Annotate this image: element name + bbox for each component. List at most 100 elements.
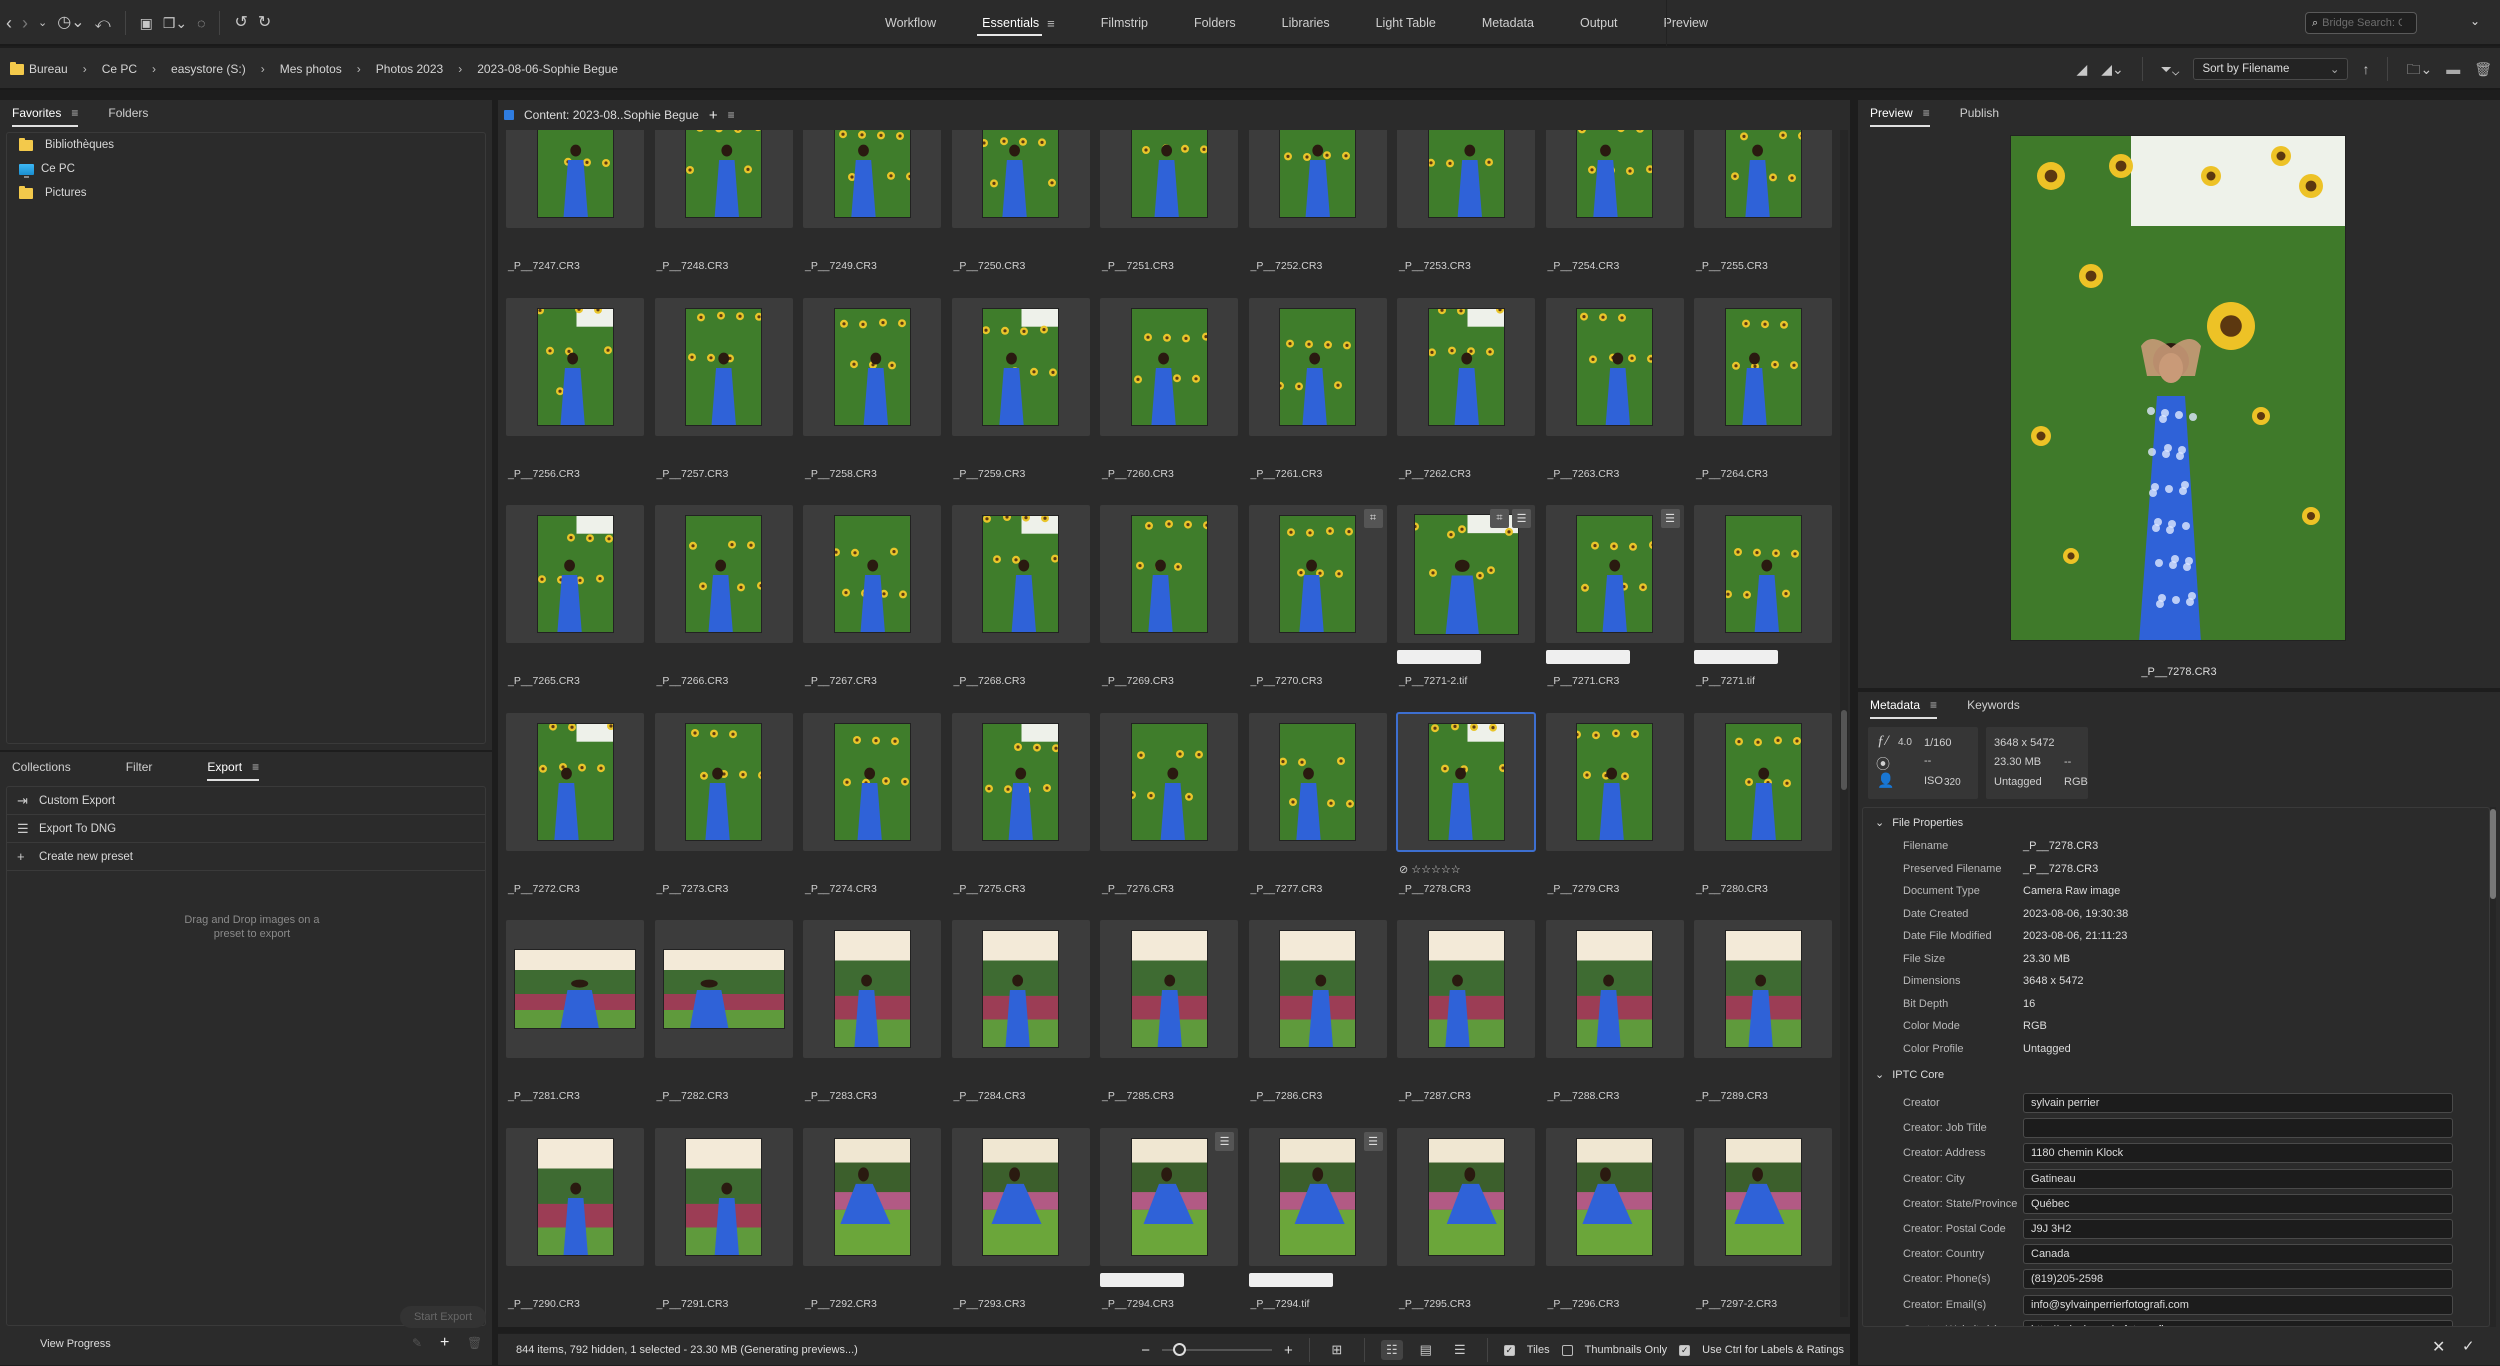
thumbnail-frame[interactable] <box>803 130 941 228</box>
thumbnail-item[interactable]: _P__7271.tif <box>1694 505 1834 713</box>
thumbnail-frame[interactable]: ⌗ <box>1249 505 1387 643</box>
use-ctrl-checkbox[interactable]: ✓ <box>1679 1345 1690 1356</box>
thumbnail-frame[interactable] <box>506 1128 644 1266</box>
thumbnail-frame[interactable] <box>1100 298 1238 436</box>
thumbnail-item[interactable]: _P__7273.CR3 <box>655 713 795 921</box>
iptc-input[interactable]: Canada <box>2023 1244 2453 1264</box>
favorite-item-pictures[interactable]: Pictures <box>7 181 485 205</box>
workspace-tab-filmstrip[interactable]: Filmstrip <box>1078 0 1171 46</box>
label-field[interactable] <box>1100 1273 1184 1287</box>
panel-menu-icon[interactable]: ≡ <box>71 106 78 120</box>
thumbnail-item[interactable]: _P__7268.CR3 <box>952 505 1092 713</box>
thumbnail-item[interactable]: ⌗☰_P__7271-2.tif <box>1397 505 1537 713</box>
breadcrumb-item[interactable]: 2023-08-06-Sophie Begue <box>477 62 618 76</box>
thumbnail-frame[interactable] <box>1100 713 1238 851</box>
thumbnail-item[interactable]: _P__7272.CR3 <box>506 713 646 921</box>
thumbnail-item[interactable]: _P__7254.CR3 <box>1546 130 1686 298</box>
grid-lock-icon[interactable]: ⊞ <box>1326 1340 1348 1360</box>
quality-dropdown-icon[interactable]: ◢⌄ <box>2101 62 2124 76</box>
thumbnail-frame[interactable] <box>952 713 1090 851</box>
zoom-in-plus-icon[interactable]: + <box>1284 1342 1293 1359</box>
thumbnail-item[interactable]: _P__7263.CR3 <box>1546 298 1686 506</box>
breadcrumb-item[interactable]: Photos 2023 <box>376 62 443 76</box>
thumbnail-frame[interactable] <box>1546 713 1684 851</box>
thumbnail-item[interactable]: _P__7293.CR3 <box>952 1128 1092 1318</box>
panel-menu-icon[interactable]: ≡ <box>252 760 259 774</box>
thumbnail-item[interactable]: _P__7247.CR3 <box>506 130 646 298</box>
thumbnail-item[interactable]: _P__7249.CR3 <box>803 130 943 298</box>
thumbnail-frame[interactable] <box>1100 920 1238 1058</box>
thumbnail-frame[interactable] <box>803 920 941 1058</box>
search-options-chevron-icon[interactable]: ⌄ <box>2470 14 2480 28</box>
iptc-input[interactable]: Gatineau <box>2023 1169 2453 1189</box>
thumbnail-item[interactable]: _P__7256.CR3 <box>506 298 646 506</box>
thumbnail-item[interactable]: _P__7282.CR3 <box>655 920 795 1128</box>
crop-badge-icon[interactable]: ⌗ <box>1364 509 1383 528</box>
thumbnail-frame[interactable] <box>1694 505 1832 643</box>
thumbnail-frame[interactable] <box>506 920 644 1058</box>
thumbnail-frame[interactable] <box>952 1128 1090 1266</box>
thumbnail-item[interactable]: _P__7279.CR3 <box>1546 713 1686 921</box>
iptc-input[interactable]: Québec <box>2023 1194 2453 1214</box>
star-icon[interactable]: ☆ <box>1431 864 1441 876</box>
export-preset-export-to-dng[interactable]: ☰Export To DNG <box>7 815 485 843</box>
content-scrollbar[interactable] <box>1840 130 1848 1317</box>
tab-folders[interactable]: Folders <box>108 106 148 123</box>
zoom-out-minus-icon[interactable]: − <box>1141 1342 1150 1359</box>
star-rating[interactable]: ⊘ ☆☆☆☆☆ <box>1399 863 1461 876</box>
thumbnail-frame[interactable]: ☰ <box>1546 505 1684 643</box>
favorite-item-bibliothèques[interactable]: Bibliothèques <box>7 133 485 157</box>
thumbnail-frame[interactable] <box>1546 920 1684 1058</box>
thumbnail-item[interactable]: _P__7288.CR3 <box>1546 920 1686 1128</box>
thumbnail-item[interactable]: _P__7283.CR3 <box>803 920 943 1128</box>
thumbnail-frame[interactable] <box>1397 130 1535 228</box>
adjustments-badge-icon[interactable]: ☰ <box>1215 1132 1234 1151</box>
workspace-menu-icon[interactable]: ≡ <box>1047 16 1055 31</box>
tab-keywords[interactable]: Keywords <box>1967 698 2020 715</box>
thumbnail-item[interactable]: _P__7265.CR3 <box>506 505 646 713</box>
apply-check-icon[interactable]: ✓ <box>2462 1337 2475 1355</box>
thumbnail-item[interactable]: _P__7291.CR3 <box>655 1128 795 1318</box>
breadcrumb-item[interactable]: Bureau <box>10 62 68 76</box>
thumbnail-frame[interactable] <box>1397 920 1535 1058</box>
quality-icon[interactable]: ◢ <box>2076 62 2087 76</box>
adjustments-badge-icon[interactable]: ☰ <box>1661 509 1680 528</box>
thumbnail-frame[interactable] <box>1694 1128 1832 1266</box>
star-icon[interactable]: ☆ <box>1411 864 1421 876</box>
thumbnail-frame[interactable] <box>1546 1128 1684 1266</box>
thumbnail-item[interactable]: ⊘ ☆☆☆☆☆_P__7278.CR3 <box>1397 713 1537 921</box>
back-arrow-icon[interactable]: ‹ <box>6 14 12 32</box>
thumbnail-item[interactable]: _P__7255.CR3 <box>1694 130 1834 298</box>
adjustments-badge-icon[interactable]: ☰ <box>1364 1132 1383 1151</box>
history-clock-icon[interactable]: ◷⌄ <box>57 15 84 31</box>
thumbnail-item[interactable]: _P__7250.CR3 <box>952 130 1092 298</box>
iptc-input[interactable]: J9J 3H2 <box>2023 1219 2453 1239</box>
tab-publish[interactable]: Publish <box>1960 106 1999 123</box>
thumbnail-frame[interactable] <box>655 130 793 228</box>
thumbnail-frame[interactable] <box>1100 130 1238 228</box>
thumbnail-frame[interactable] <box>1694 130 1832 228</box>
add-preset-plus-icon[interactable]: + <box>440 1334 449 1352</box>
sort-dropdown[interactable]: Sort by Filename ⌄ <box>2193 58 2348 80</box>
favorite-item-ce-pc[interactable]: Ce PC <box>7 157 485 181</box>
thumbnail-item[interactable]: _P__7258.CR3 <box>803 298 943 506</box>
view-thumbnails-icon[interactable]: ☷ <box>1381 1340 1403 1360</box>
panel-menu-icon[interactable]: ≡ <box>1930 698 1937 712</box>
thumbnail-frame[interactable] <box>655 1128 793 1266</box>
tab-filter[interactable]: Filter <box>126 760 153 777</box>
metadata-scrollbar[interactable] <box>2490 807 2496 1327</box>
workspace-tab-output[interactable]: Output <box>1557 0 1641 46</box>
thumbnail-frame[interactable] <box>952 130 1090 228</box>
workspace-tab-light-table[interactable]: Light Table <box>1353 0 1459 46</box>
tab-export[interactable]: Export≡ <box>207 760 259 777</box>
tab-favorites[interactable]: Favorites≡ <box>12 106 78 123</box>
view-details-icon[interactable]: ▤ <box>1415 1340 1437 1360</box>
scrollbar-thumb[interactable] <box>2490 809 2496 899</box>
tiles-checkbox[interactable]: ✓ <box>1504 1345 1515 1356</box>
thumbnail-frame[interactable] <box>1694 298 1832 436</box>
export-preset-custom-export[interactable]: ⇥Custom Export <box>7 787 485 815</box>
iptc-core-header[interactable]: ⌄ IPTC Core <box>1875 1068 1944 1081</box>
thumbnail-item[interactable]: _P__7277.CR3 <box>1249 713 1389 921</box>
thumbnail-frame[interactable]: ⌗☰ <box>1397 505 1535 643</box>
view-progress-link[interactable]: View Progress <box>40 1338 111 1350</box>
